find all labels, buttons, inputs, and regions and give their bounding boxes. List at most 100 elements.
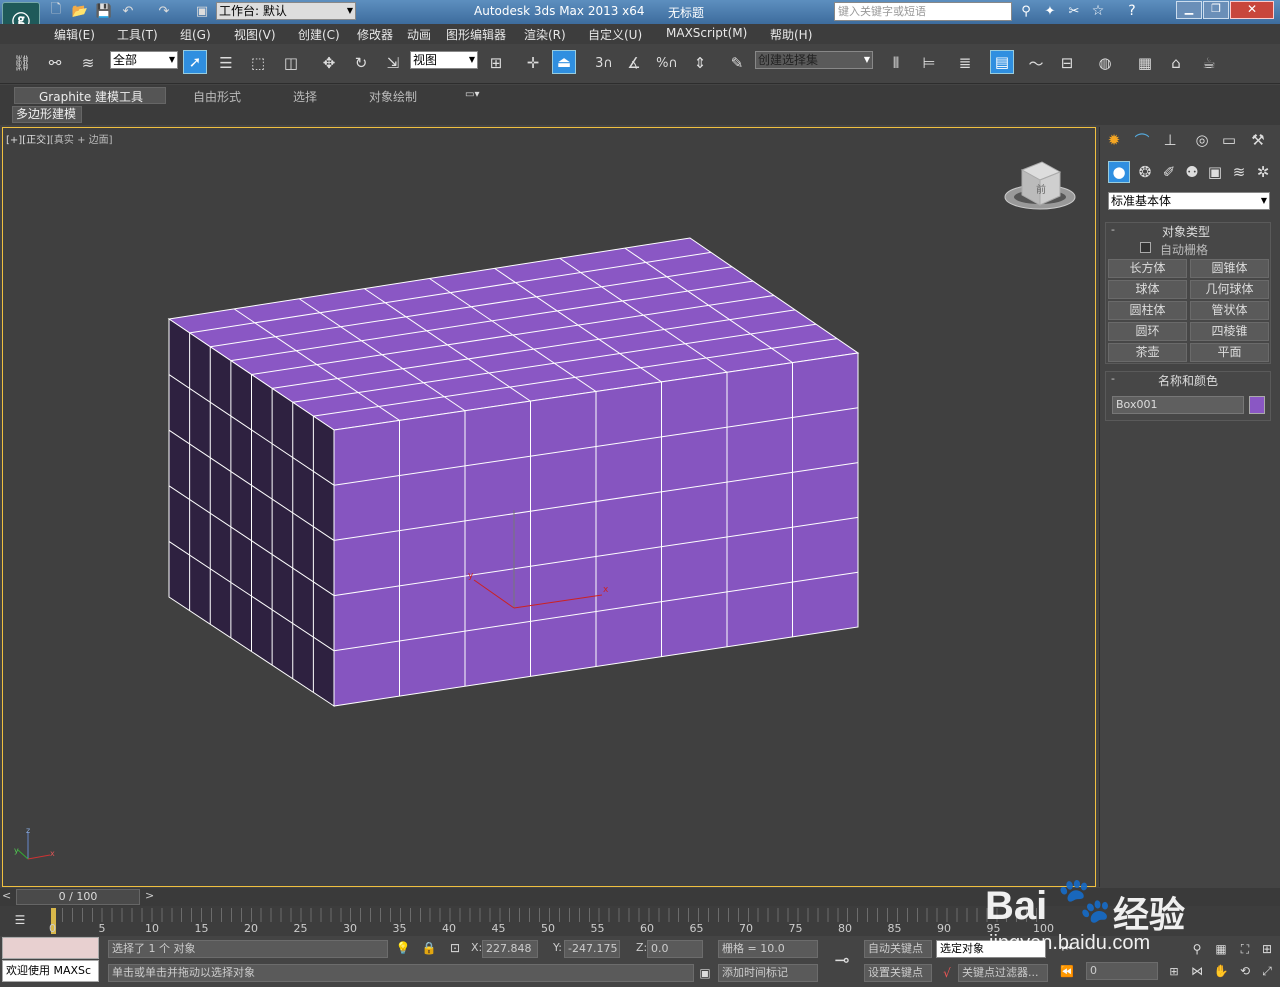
systems-category-icon[interactable]: ✲ <box>1252 161 1274 183</box>
modify-tab-icon[interactable]: ⌒ <box>1130 128 1154 152</box>
create-tab-icon[interactable]: ✹ <box>1102 128 1126 152</box>
timeline-tick-label: 80 <box>838 922 852 935</box>
baidu-url-text: jingyan.baidu.com <box>989 932 1151 954</box>
time-tag-icon[interactable]: ▣ <box>696 964 714 982</box>
z-coord-input[interactable]: 0.0 <box>647 940 703 958</box>
maxscript-listener-mini[interactable] <box>2 937 99 959</box>
rollout-title-name-color[interactable]: 名称和颜色 <box>1158 372 1218 389</box>
torus-button[interactable]: 圆环 <box>1108 322 1187 341</box>
orbit-icon[interactable]: ⟲ <box>1236 962 1254 980</box>
zoom-extents-icon[interactable]: ⛶ <box>1236 940 1254 958</box>
gizmo-x-label: x <box>603 585 609 595</box>
hierarchy-tab-icon[interactable]: ⊥ <box>1158 128 1182 152</box>
timeline-tick-label: 90 <box>937 922 951 935</box>
track-bar-ruler[interactable] <box>52 908 1046 922</box>
timeline-tick-label: 5 <box>98 922 106 935</box>
timeline-tick-label: 85 <box>887 922 902 935</box>
svg-text:y: y <box>14 846 19 855</box>
object-category-dropdown[interactable]: 标准基本体 ▼ <box>1108 192 1270 210</box>
timeline-tick-label: 50 <box>541 922 555 935</box>
timeline-tick-label: 55 <box>590 922 605 935</box>
gizmo-y-label: y <box>468 571 474 581</box>
prompt-line: 单击或单击并拖动以选择对象 <box>108 964 694 982</box>
x-coord-label: X: <box>471 941 483 954</box>
grid-spacing: 栅格 = 10.0 <box>718 940 818 958</box>
prev-frame-icon[interactable]: ⏪ <box>1058 962 1076 980</box>
lights-category-icon[interactable]: ✐ <box>1158 161 1180 183</box>
key-filters-button[interactable]: 关键点过滤器... <box>958 964 1048 982</box>
baidu-brand-text: Bai <box>985 884 1048 928</box>
world-axis-tripod <box>17 832 51 860</box>
timeline-tick-label: 40 <box>442 922 456 935</box>
auto-key-button[interactable]: 自动关键点 <box>864 940 932 958</box>
time-slider-thumb[interactable]: 0 / 100 <box>16 889 140 905</box>
baidu-paw-icon: 🐾 <box>1057 875 1112 926</box>
object-name-input[interactable]: Box001 <box>1112 396 1244 414</box>
spacewarps-category-icon[interactable]: ≋ <box>1228 161 1250 183</box>
time-slider-prev-icon[interactable]: < <box>2 889 11 902</box>
teapot-button[interactable]: 茶壶 <box>1108 343 1187 362</box>
box-button[interactable]: 长方体 <box>1108 259 1187 278</box>
timeline-tick-label: 70 <box>739 922 753 935</box>
rollout-collapse-icon[interactable]: - <box>1111 372 1115 385</box>
y-coord-input[interactable]: -247.175 <box>564 940 620 958</box>
baidu-watermark: Bai 🐾 经验 jingyan.baidu.com <box>985 868 1215 958</box>
set-key-button[interactable]: 设置关键点 <box>864 964 932 982</box>
shapes-category-icon[interactable]: ❂ <box>1134 161 1156 183</box>
z-coord-label: Z: <box>636 941 648 954</box>
plane-button[interactable]: 平面 <box>1190 343 1269 362</box>
cone-button[interactable]: 圆锥体 <box>1190 259 1269 278</box>
rollout-collapse-icon[interactable]: - <box>1111 223 1115 236</box>
timeline-tick-label: 0 <box>49 922 56 935</box>
autogrid-checkbox[interactable] <box>1140 242 1151 253</box>
welcome-maxscript[interactable]: 欢迎使用 MAXSc <box>2 960 99 982</box>
key-filter-icon[interactable]: √ <box>938 964 956 982</box>
utilities-tab-icon[interactable]: ⚒ <box>1246 128 1270 152</box>
display-tab-icon[interactable]: ▭ <box>1217 128 1241 152</box>
absolute-mode-icon[interactable]: ⊡ <box>446 939 464 957</box>
helpers-category-icon[interactable]: ▣ <box>1204 161 1226 183</box>
timeline-tick-label: 75 <box>788 922 803 935</box>
rollout-title-object-type[interactable]: 对象类型 <box>1162 223 1210 240</box>
baidu-jingyan-text: 经验 <box>1113 895 1186 936</box>
timeline-tick-label: 15 <box>194 922 209 935</box>
selection-lock-icon[interactable]: 🔒 <box>420 939 438 957</box>
current-frame-input[interactable]: 0 <box>1086 962 1158 980</box>
timeline-tick-label: 10 <box>145 922 159 935</box>
maximize-viewport-icon[interactable]: ⤢ <box>1258 962 1276 980</box>
pan-hand-icon[interactable]: ✋ <box>1212 962 1230 980</box>
timeline-tick-label: 45 <box>491 922 506 935</box>
time-config-icon[interactable]: ⊞ <box>1165 962 1183 980</box>
autogrid-label: 自动栅格 <box>1160 243 1209 257</box>
set-key-icon[interactable]: ⊸ <box>826 944 858 976</box>
isolate-selection-icon[interactable]: 💡 <box>394 939 412 957</box>
box001-mesh[interactable] <box>167 237 860 707</box>
tube-button[interactable]: 管状体 <box>1190 301 1269 320</box>
geometry-category-icon[interactable]: ● <box>1108 161 1130 183</box>
timeline-tick-label: 30 <box>343 922 357 935</box>
svg-text:z: z <box>26 826 30 835</box>
svg-text:前: 前 <box>1036 183 1046 196</box>
cylinder-button[interactable]: 圆柱体 <box>1108 301 1187 320</box>
object-color-swatch[interactable] <box>1249 396 1265 414</box>
selection-info: 选择了 1 个 对象 <box>108 940 388 958</box>
pyramid-button[interactable]: 四棱锥 <box>1190 322 1269 341</box>
sphere-button[interactable]: 球体 <box>1108 280 1187 299</box>
field-of-view-icon[interactable]: ⋈ <box>1188 962 1206 980</box>
geosphere-button[interactable]: 几何球体 <box>1190 280 1269 299</box>
motion-tab-icon[interactable]: ◎ <box>1190 128 1214 152</box>
viewport-scene: x y z y x 前 <box>14 161 1076 860</box>
timeline-tick-label: 35 <box>392 922 407 935</box>
add-time-tag[interactable]: 添加时间标记 <box>718 964 818 982</box>
timeline-tick-label: 60 <box>640 922 654 935</box>
zoom-extents-all-icon[interactable]: ⊞ <box>1258 940 1276 958</box>
mini-curve-editor-icon[interactable]: ☰ <box>10 910 30 930</box>
x-coord-input[interactable]: 227.848 <box>482 940 538 958</box>
timeline-tick-label: 20 <box>244 922 258 935</box>
time-slider-next-icon[interactable]: > <box>145 889 154 902</box>
cameras-category-icon[interactable]: ⚉ <box>1181 161 1203 183</box>
y-coord-label: Y: <box>553 941 562 954</box>
svg-text:x: x <box>50 849 55 858</box>
timeline-tick-label: 65 <box>689 922 704 935</box>
timeline-tick-label: 25 <box>293 922 308 935</box>
